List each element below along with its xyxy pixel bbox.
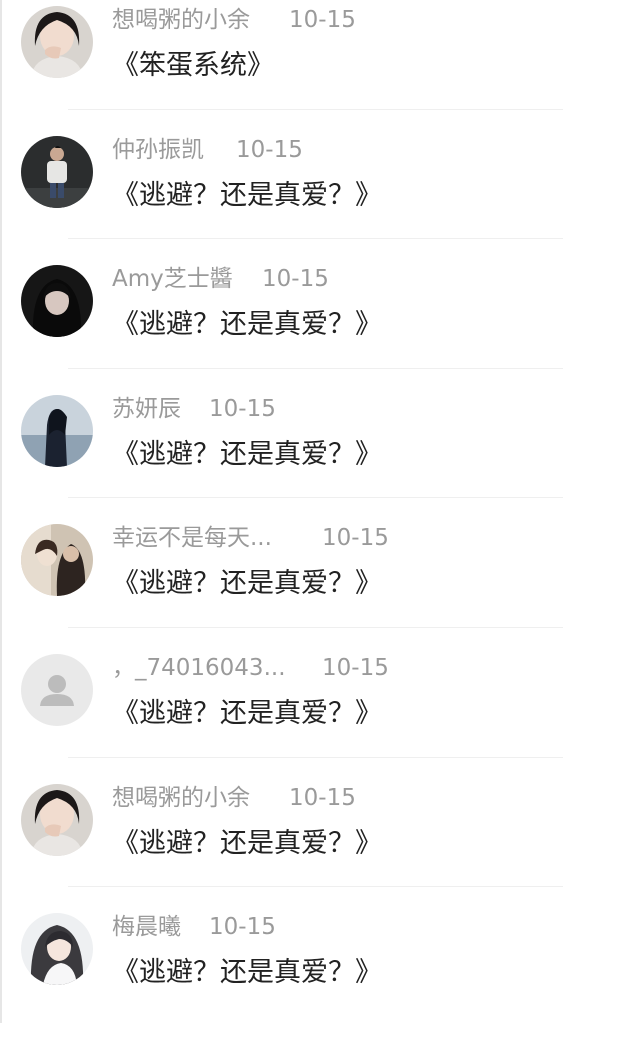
divider [68,108,563,110]
commenter-name[interactable]: Amy芝士醬 [112,263,233,295]
comment-item[interactable]: 幸运不是每天... 10-15 《逃避？还是真爱？》 [0,518,640,648]
divider [68,886,563,888]
comment-item[interactable]: ，_74016043... 10-15 《逃避？还是真爱？》 [0,648,640,778]
couple-avatar[interactable] [21,524,93,597]
girl-selfie-avatar[interactable] [21,783,93,856]
dark-girl-avatar[interactable] [21,265,93,338]
comment-time: 10-15 [209,395,276,422]
default-user-avatar[interactable] [21,653,93,726]
commenter-name[interactable]: 仲孙振凯 [112,134,204,166]
commenter-name[interactable]: ，_74016043... [112,652,286,684]
silhouette-sea-avatar[interactable] [21,394,93,467]
comment-time: 10-15 [289,784,356,811]
comment-text: 《笨蛋系统》 [112,50,274,81]
man-standing-avatar[interactable] [21,135,93,208]
comment-text: 《逃避？还是真爱？》 [112,179,382,211]
commenter-name[interactable]: 梅晨曦 [112,911,181,943]
divider [68,367,563,369]
anime-girl-avatar[interactable] [21,913,93,986]
comment-time: 10-15 [322,654,389,681]
commenter-name[interactable]: 想喝粥的小余 [112,4,250,36]
commenter-name[interactable]: 幸运不是每天... [112,522,272,554]
comment-item[interactable]: 苏妍辰 10-15 《逃避？还是真爱？》 [0,389,640,519]
comment-list: 想喝粥的小余 10-15 《笨蛋系统》 仲孙振凯 10-15 《逃避？还是真爱？… [0,0,640,1037]
comment-time: 10-15 [322,525,389,552]
commenter-name[interactable]: 想喝粥的小余 [112,782,250,814]
divider [68,497,563,499]
divider [68,626,563,628]
comment-item[interactable]: Amy芝士醬 10-15 《逃避？还是真爱？》 [0,259,640,389]
comment-time: 10-15 [262,266,329,293]
comment-item[interactable]: 想喝粥的小余 10-15 《逃避？还是真爱？》 [0,778,640,908]
comment-item[interactable]: 梅晨曦 10-15 《逃避？还是真爱？》 [0,907,640,1037]
comment-time: 10-15 [236,136,303,163]
comment-item[interactable]: 想喝粥的小余 10-15 《笨蛋系统》 [0,0,640,130]
commenter-name[interactable]: 苏妍辰 [112,393,181,425]
comment-text: 《逃避？还是真爱？》 [112,309,382,341]
girl-selfie-avatar[interactable] [21,6,93,78]
divider [68,756,563,758]
divider [68,238,563,240]
comment-text: 《逃避？还是真爱？》 [112,568,382,600]
comment-text: 《逃避？还是真爱？》 [112,438,382,470]
comment-item[interactable]: 仲孙振凯 10-15 《逃避？还是真爱？》 [0,130,640,260]
comment-time: 10-15 [289,7,356,33]
comment-text: 《逃避？还是真爱？》 [112,957,382,989]
comment-text: 《逃避？还是真爱？》 [112,697,382,729]
comment-time: 10-15 [209,914,276,941]
comment-text: 《逃避？还是真爱？》 [112,827,382,859]
